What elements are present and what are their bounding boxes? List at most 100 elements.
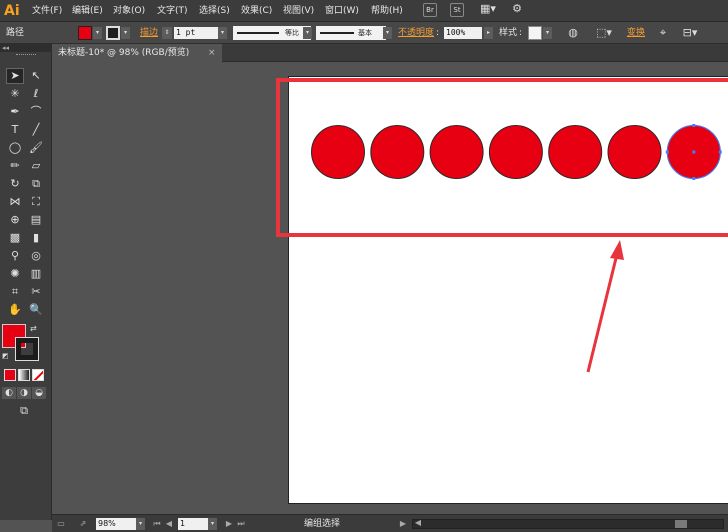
zoom-dropdown[interactable]: ▾ [136,518,145,530]
brush-dropdown[interactable]: ▾ [383,27,392,39]
gradient-tool-icon[interactable]: ▮ [27,230,45,246]
brush-definition[interactable]: 基本 [316,26,386,40]
control-bar: 路径 ▾ ▾ 描边 ⇕ 1 pt ▾ 等比 ▾ 基本 ▾ 不透明度 : 100%… [0,22,728,44]
arrange-documents-icon[interactable]: ▦▾ [478,3,498,17]
draw-inside-icon[interactable]: ◒ [32,387,46,399]
rotate-tool-icon[interactable]: ↻ [6,176,24,192]
status-bar: ▭ ⇗ 98% ▾ ⏮ ◀ 1 ▾ ▶ ⏭ 编组选择 ▶ ◀ [52,514,728,532]
annotation-arrow-head [610,240,624,260]
artboard-number-field[interactable]: 1 [178,518,208,530]
magic-wand-tool-icon[interactable]: ✳ [6,86,24,102]
hand-tool-icon[interactable]: ✋ [6,302,24,318]
document-tab-bar: 未标题-10* @ 98% (RGB/预览) × [52,44,728,62]
first-artboard-icon[interactable]: ⏮ [152,518,162,530]
width-tool-icon[interactable]: ⋈ [6,194,24,210]
fill-dropdown[interactable]: ▾ [93,27,102,39]
stock-icon[interactable]: St [450,3,464,17]
stroke-swatch[interactable] [15,337,39,361]
annotation-arrow [586,240,624,373]
gradient-mode-icon[interactable] [18,369,30,381]
status-menu-icon[interactable]: ▶ [398,518,408,530]
screen-mode-icon[interactable]: ⧉ [14,404,34,418]
variable-width-profile[interactable]: 等比 [233,26,311,40]
panel-grip[interactable] [16,54,36,56]
default-fill-stroke-icon[interactable]: ◩ [2,352,10,360]
gpu-performance-icon[interactable]: ⚙ [510,3,524,17]
previous-artboard-icon[interactable]: ◀ [164,518,174,530]
lasso-tool-icon[interactable]: ℓ [27,86,45,102]
menu-effect[interactable]: 效果(C) [241,4,272,18]
column-graph-tool-icon[interactable]: ▥ [27,266,45,282]
slice-tool-icon[interactable]: ✂ [27,284,45,300]
annotation-arrow-line [586,249,620,373]
eyedropper-tool-icon[interactable]: ⚲ [6,248,24,264]
paintbrush-tool-icon[interactable]: 🖌 [27,140,45,156]
direct-selection-tool-icon[interactable]: ↖ [27,68,45,84]
color-mode-icon[interactable] [4,369,16,381]
current-tool-label: 编组选择 [304,519,341,529]
recolor-artwork-icon[interactable]: ◍ [566,26,580,40]
style-dropdown[interactable]: ▾ [543,27,552,39]
shape-builder-tool-icon[interactable]: ⊕ [6,212,24,228]
menu-view[interactable]: 视图(V) [283,4,314,18]
menu-file[interactable]: 文件(F) [32,4,62,18]
isolate-group-icon[interactable]: ⌖ [656,26,670,40]
stroke-color-swatch[interactable] [106,26,120,40]
swap-fill-stroke-icon[interactable]: ⇄ [30,324,40,334]
menu-object[interactable]: 对象(O) [113,4,145,18]
menu-select[interactable]: 选择(S) [199,4,230,18]
stroke-weight-stepper[interactable]: ⇕ [162,27,172,39]
menu-help[interactable]: 帮助(H) [371,4,403,18]
scale-tool-icon[interactable]: ⧉ [27,176,45,192]
share-icon[interactable]: ⇗ [78,518,88,530]
panel-menu-icon[interactable]: ⊟▾ [680,26,700,40]
selection-tool-icon[interactable]: ➤ [6,68,24,84]
curvature-tool-icon[interactable]: ⌒ [27,104,45,120]
profile-dropdown[interactable]: ▾ [303,27,312,39]
scroll-left-icon[interactable]: ◀ [413,518,423,528]
none-mode-icon[interactable] [32,369,44,381]
fill-color-swatch[interactable] [78,26,92,40]
eraser-tool-icon[interactable]: ▱ [27,158,45,174]
zoom-tool-icon[interactable]: 🔍 [27,302,45,318]
object-type-label: 路径 [6,28,25,38]
opacity-dropdown[interactable]: ▸ [484,27,493,39]
horizontal-scrollbar[interactable]: ◀ [412,518,724,529]
stroke-label[interactable]: 描边 [140,27,158,39]
tools-panel: ◂◂ ➤ ↖ ✳ ℓ ✒ ⌒ T ╱ ◯ 🖌 ✏ ▱ ↻ ⧉ ⋈ ⛶ ⊕ ▤ ▩… [0,44,52,520]
menu-type[interactable]: 文字(T) [157,4,188,18]
stroke-weight-field[interactable]: 1 pt [174,27,218,39]
draw-behind-icon[interactable]: ◑ [17,387,31,399]
mesh-tool-icon[interactable]: ▩ [6,230,24,246]
next-artboard-icon[interactable]: ▶ [224,518,234,530]
draw-normal-icon[interactable]: ◐ [2,387,16,399]
artboard-navigation-icon[interactable]: ▭ [56,518,66,530]
scrollbar-thumb[interactable] [675,520,687,528]
document-tab[interactable]: 未标题-10* @ 98% (RGB/预览) [52,44,222,62]
last-artboard-icon[interactable]: ⏭ [236,518,246,530]
symbol-sprayer-tool-icon[interactable]: ✺ [6,266,24,282]
menu-window[interactable]: 窗口(W) [325,4,359,18]
artboard-dropdown[interactable]: ▾ [208,518,217,530]
align-to-icon[interactable]: ⬚▾ [594,26,614,40]
stroke-weight-dropdown[interactable]: ▾ [218,27,227,39]
opacity-label[interactable]: 不透明度 [398,27,434,39]
graphic-style-swatch[interactable] [528,26,542,40]
pencil-tool-icon[interactable]: ✏ [6,158,24,174]
blend-tool-icon[interactable]: ◎ [27,248,45,264]
line-segment-tool-icon[interactable]: ╱ [27,122,45,138]
zoom-field[interactable]: 98% [96,518,136,530]
live-paint-tool-icon[interactable]: ▤ [27,212,45,228]
transform-label[interactable]: 变换 [627,27,645,39]
bridge-icon[interactable]: Br [423,3,437,17]
menu-edit[interactable]: 编辑(E) [72,4,103,18]
collapse-panel-icon[interactable]: ◂◂ [0,44,52,52]
artboard-tool-icon[interactable]: ⌗ [6,284,24,300]
opacity-field[interactable]: 100% [444,27,482,39]
free-transform-tool-icon[interactable]: ⛶ [27,194,45,210]
type-tool-icon[interactable]: T [6,122,24,138]
stroke-dropdown[interactable]: ▾ [121,27,130,39]
pen-tool-icon[interactable]: ✒ [6,104,24,120]
ellipse-tool-icon[interactable]: ◯ [6,140,24,156]
close-icon[interactable]: × [208,44,220,62]
